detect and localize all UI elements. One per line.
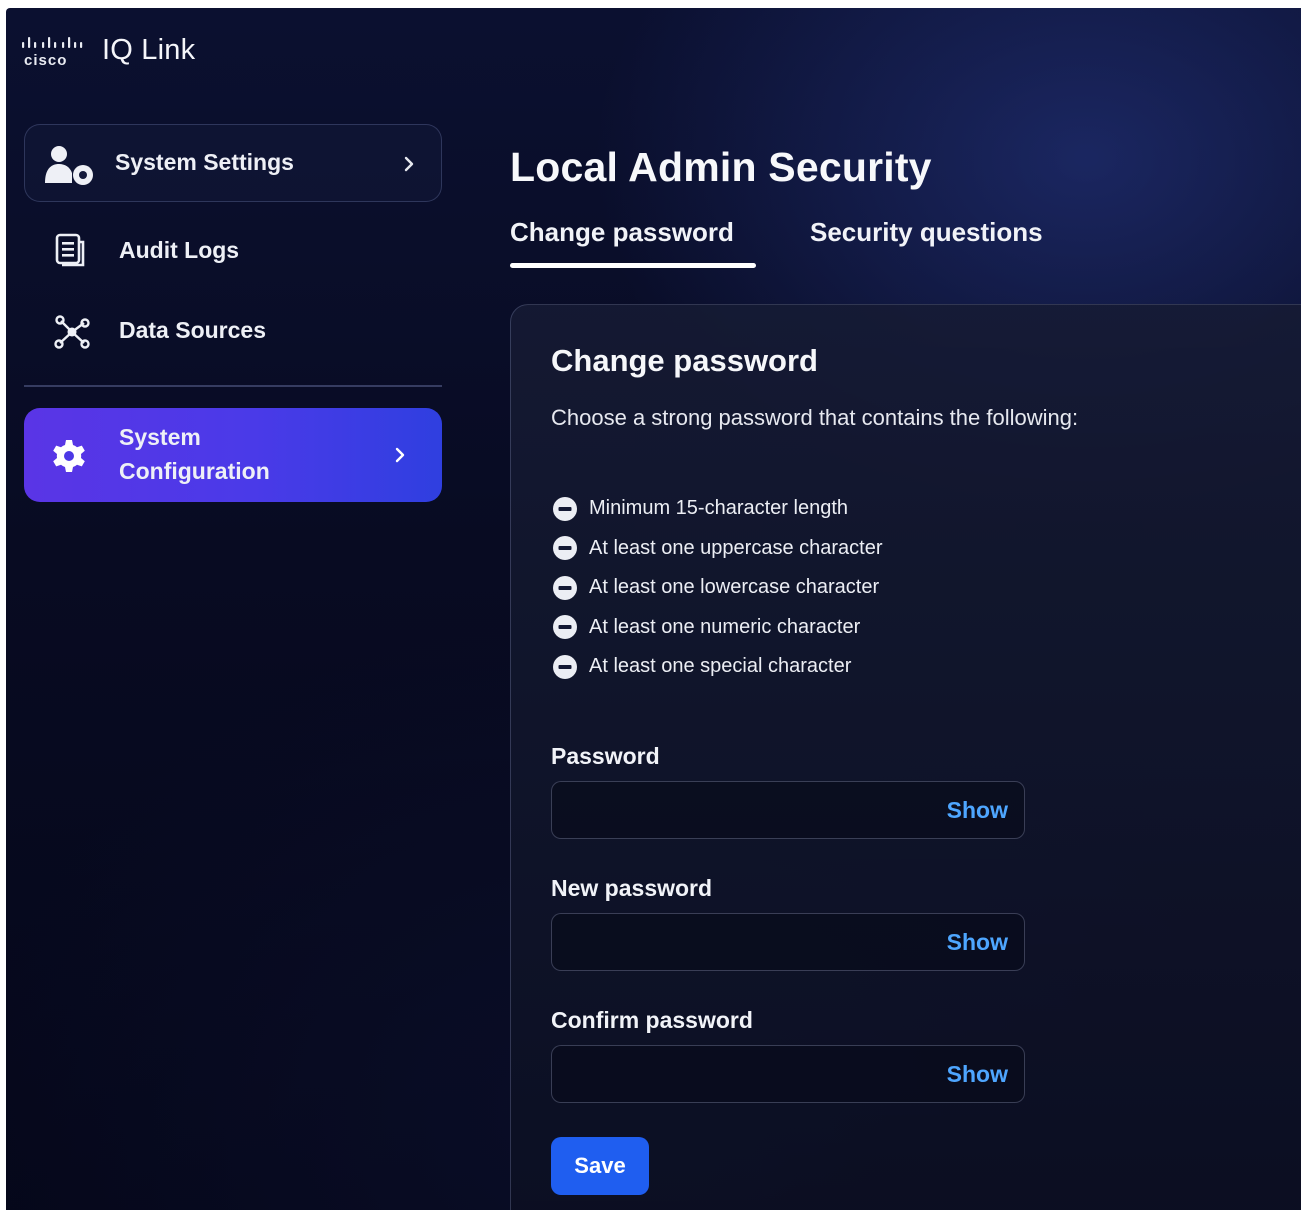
app-window: cisco IQ Link System Settings Audit Logs…	[6, 8, 1301, 1210]
chevron-right-icon	[404, 156, 414, 172]
show-new-password-button[interactable]: Show	[947, 926, 1008, 958]
minus-circle-icon	[553, 536, 577, 561]
gear-icon	[50, 437, 88, 475]
sidebar-item-data-sources[interactable]: Data Sources	[24, 308, 442, 356]
active-tab-indicator	[510, 263, 756, 268]
sidebar-item-label: System Settings	[115, 149, 294, 175]
minus-circle-icon	[553, 575, 577, 600]
confirm-password-input[interactable]	[552, 1046, 922, 1102]
sidebar-divider	[24, 385, 442, 387]
sidebar-item-label: Audit Logs	[119, 237, 240, 263]
document-icon	[52, 232, 88, 268]
cisco-logo: cisco	[22, 37, 83, 69]
minus-circle-icon	[553, 496, 577, 521]
tab-security-questions[interactable]: Security questions	[810, 212, 1043, 252]
minus-circle-icon	[553, 654, 577, 679]
password-input[interactable]	[552, 782, 922, 838]
requirement-text: At least one uppercase character	[589, 536, 883, 559]
sidebar-item-system-settings[interactable]: System Settings	[24, 124, 442, 202]
requirement-text: At least one numeric character	[589, 615, 861, 638]
requirement-text: Minimum 15-character length	[589, 497, 848, 520]
new-password-field: Show	[551, 913, 1025, 971]
show-password-button[interactable]: Show	[947, 794, 1008, 826]
brand: cisco IQ Link	[20, 30, 195, 70]
requirement-item: At least one numeric character	[553, 608, 883, 648]
sidebar-item-label: Data Sources	[119, 317, 267, 343]
panel-title: Change password	[551, 343, 818, 378]
product-name: IQ Link	[102, 33, 196, 66]
requirement-item: At least one special character	[553, 647, 883, 687]
sidebar-item-audit-logs[interactable]: Audit Logs	[24, 226, 442, 274]
password-label: Password	[551, 743, 660, 769]
requirement-text: At least one special character	[589, 655, 852, 678]
minus-circle-icon	[553, 615, 577, 640]
requirement-item: At least one lowercase character	[553, 568, 883, 608]
confirm-password-field: Show	[551, 1045, 1025, 1103]
cisco-wordmark: cisco	[24, 52, 67, 69]
sidebar-item-label-line2: Configuration	[119, 458, 270, 484]
chevron-right-icon	[395, 447, 405, 463]
sidebar-item-label-line1: System	[119, 424, 201, 450]
password-requirements: Minimum 15-character length At least one…	[553, 489, 883, 687]
password-field: Show	[551, 781, 1025, 839]
page-title: Local Admin Security	[510, 144, 932, 190]
confirm-password-label: Confirm password	[551, 1007, 753, 1033]
new-password-input[interactable]	[552, 914, 922, 970]
requirement-item: Minimum 15-character length	[553, 489, 883, 529]
panel-description: Choose a strong password that contains t…	[551, 405, 1079, 430]
requirement-item: At least one uppercase character	[553, 529, 883, 569]
requirement-text: At least one lowercase character	[589, 576, 880, 599]
save-button[interactable]: Save	[551, 1137, 649, 1195]
tab-change-password[interactable]: Change password	[510, 212, 734, 252]
new-password-label: New password	[551, 875, 713, 901]
show-confirm-password-button[interactable]: Show	[947, 1058, 1008, 1090]
change-password-panel: Change password Choose a strong password…	[510, 304, 1301, 1210]
user-gear-icon	[41, 143, 97, 187]
network-nodes-icon	[52, 314, 92, 350]
sidebar-item-system-configuration[interactable]: System Configuration	[24, 408, 442, 502]
